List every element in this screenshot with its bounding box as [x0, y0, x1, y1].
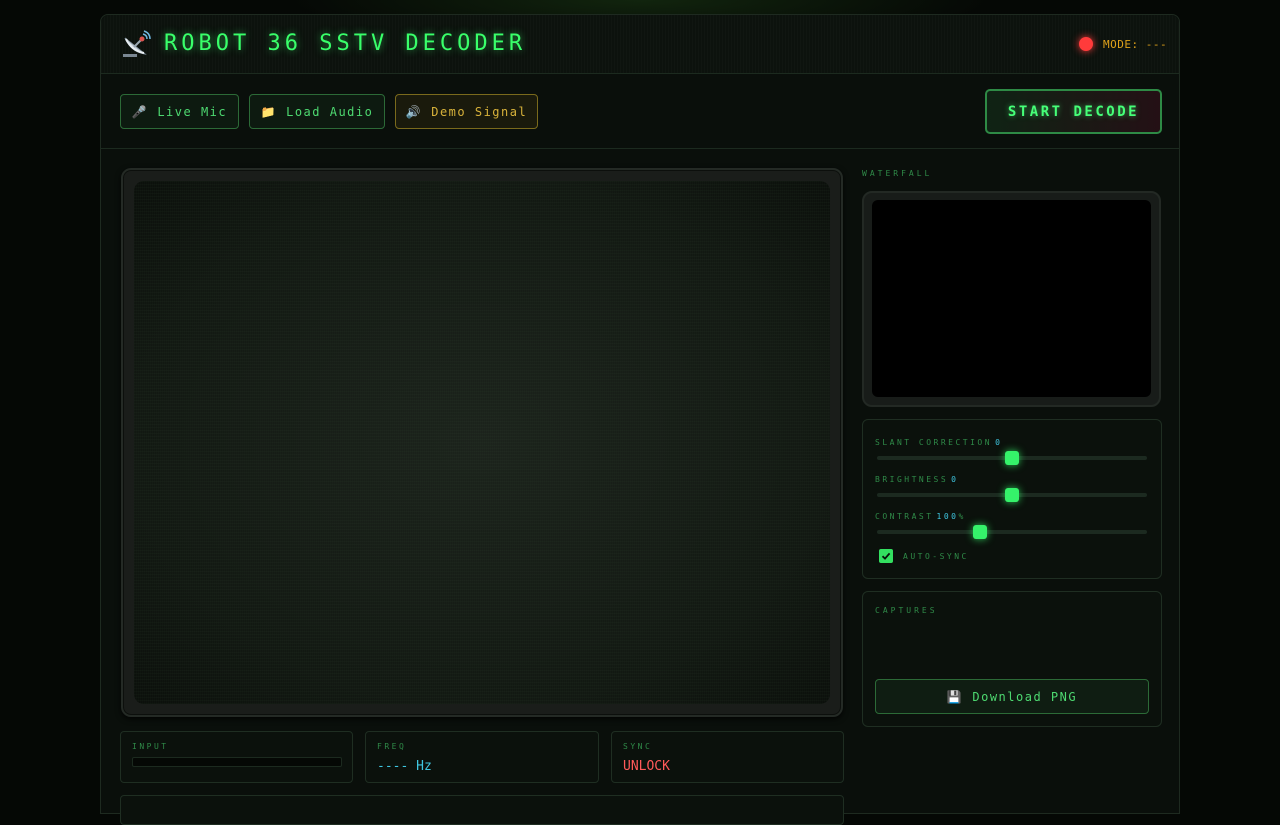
demo-signal-label: Demo Signal — [431, 104, 528, 119]
input-panel: INPUT — [120, 731, 353, 783]
contrast-slider-track[interactable] — [877, 530, 1147, 534]
brightness-label-text: BRIGHTNESS — [875, 475, 949, 484]
folder-icon: 📁 — [260, 104, 278, 119]
brightness-label: BRIGHTNESS 0 — [875, 475, 959, 484]
contrast-label-text: CONTRAST — [875, 512, 934, 521]
slant-correction-label: SLANT CORRECTION 0 — [875, 438, 1002, 447]
satellite-antenna-icon — [123, 30, 151, 57]
contrast-value: 100 — [936, 512, 959, 521]
start-decode-button[interactable]: START DECODE — [985, 89, 1162, 134]
floppy-disk-icon: 💾 — [946, 689, 964, 704]
waterfall-display — [872, 200, 1151, 397]
sync-label: SYNC — [623, 742, 653, 751]
adjustments-panel: SLANT CORRECTION 0 BRIGHTNESS 0 CONTRAST 10… — [862, 419, 1162, 579]
sync-value: UNLOCK — [623, 759, 670, 774]
freq-label: FREQ — [377, 742, 407, 751]
slant-slider-thumb[interactable] — [1005, 451, 1019, 465]
live-mic-button[interactable]: 🎤 Live Mic — [120, 94, 239, 129]
mode-value: --- — [1145, 38, 1168, 51]
load-audio-label: Load Audio — [286, 104, 374, 119]
download-png-label: Download PNG — [972, 689, 1078, 704]
app-header: ROBOT 36 SSTV DECODER MODE: --- — [101, 15, 1179, 74]
sync-panel: SYNC UNLOCK — [611, 731, 844, 783]
brightness-value: 0 — [951, 475, 959, 484]
status-indicator-dot — [1079, 37, 1093, 51]
download-png-button[interactable]: 💾 Download PNG — [875, 679, 1149, 714]
input-level-meter — [132, 757, 342, 767]
slant-label-text: SLANT CORRECTION — [875, 438, 993, 447]
app-title: ROBOT 36 SSTV DECODER — [164, 31, 527, 56]
mode-label: MODE: — [1103, 38, 1139, 51]
load-audio-button[interactable]: 📁 Load Audio — [249, 94, 385, 129]
slant-value: 0 — [995, 438, 1003, 447]
brightness-slider-thumb[interactable] — [1005, 488, 1019, 502]
captures-panel: CAPTURES 💾 Download PNG — [862, 591, 1162, 727]
demo-signal-button[interactable]: 🔊 Demo Signal — [395, 94, 538, 129]
mode-readout: MODE: --- — [1103, 38, 1167, 51]
live-mic-label: Live Mic — [157, 104, 228, 119]
checkmark-icon — [881, 552, 891, 560]
toolbar: 🎤 Live Mic 📁 Load Audio 🔊 Demo Signal ST… — [101, 75, 1179, 149]
waterfall-label: WATERFALL — [862, 169, 933, 178]
contrast-slider-thumb[interactable] — [973, 525, 987, 539]
freq-panel: FREQ ---- Hz — [365, 731, 599, 783]
contrast-unit: % — [958, 512, 966, 521]
microphone-icon: 🎤 — [131, 104, 149, 119]
auto-sync-label: AUTO-SYNC — [903, 552, 969, 561]
waterfall-frame — [862, 191, 1161, 407]
speaker-icon: 🔊 — [405, 104, 423, 119]
input-label: INPUT — [132, 742, 169, 751]
auto-sync-checkbox[interactable] — [879, 549, 893, 563]
contrast-label: CONTRAST 100% — [875, 512, 966, 521]
image-display-frame — [121, 168, 843, 717]
decoder-app: ROBOT 36 SSTV DECODER MODE: --- 🎤 Live M… — [100, 14, 1180, 825]
captures-label: CAPTURES — [875, 606, 938, 615]
decoded-image-canvas — [134, 181, 830, 704]
freq-value: ---- Hz — [377, 759, 432, 774]
